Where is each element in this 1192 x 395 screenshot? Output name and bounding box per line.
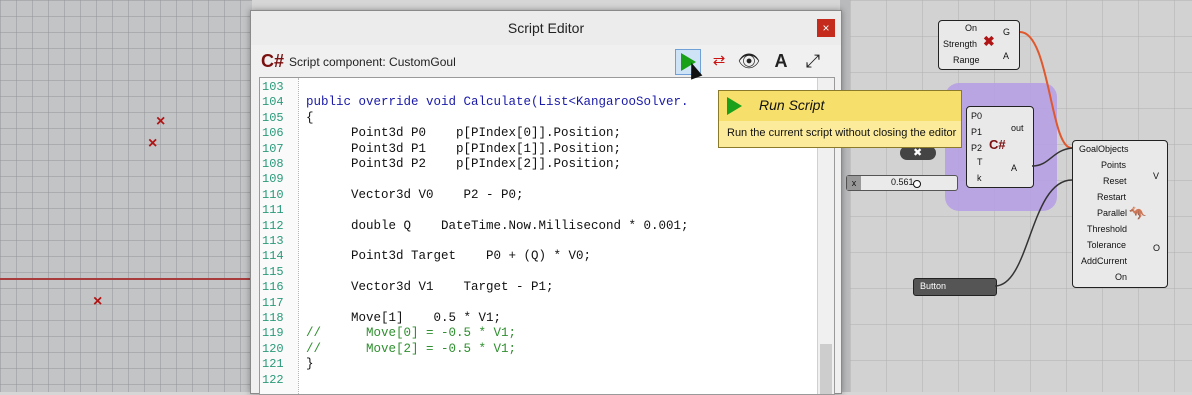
code-line: Vector3d V1 Target - P1; <box>306 280 554 295</box>
run-and-close-button[interactable]: ⇄ <box>707 49 731 73</box>
code-line: Point3d P2 p[PIndex[2]].Position; <box>306 157 622 171</box>
code-line: { <box>306 110 314 125</box>
tooltip-header: Run Script <box>719 91 961 121</box>
line-number: 115 <box>262 264 284 279</box>
code-line: Point3d Target P0 + (Q) * V0; <box>306 249 592 264</box>
line-number: 118 <box>262 311 284 325</box>
code-line: Point3d P0 p[PIndex[0]].Position; <box>306 126 622 141</box>
line-number: 120 <box>262 341 284 356</box>
wire-goal-red <box>1019 31 1073 150</box>
editor-title: Script Editor <box>507 20 585 36</box>
wire-script-out <box>1031 147 1073 167</box>
x-axis-line <box>0 278 252 280</box>
rhino-viewport[interactable]: × × × <box>0 0 252 392</box>
font-icon: A <box>774 51 788 71</box>
play-icon <box>727 97 742 115</box>
line-number: 117 <box>262 295 284 310</box>
preview-button[interactable]: 👁 <box>737 49 761 73</box>
line-number: 111 <box>262 203 284 218</box>
editor-toolbar: C# Script component: CustomGoul ⇄ 👁 A ⤢ <box>251 47 841 77</box>
csharp-logo: C# <box>261 51 285 71</box>
wires <box>994 31 1073 287</box>
line-number-gutter: 103 104 105 106 107 108 109 110 111 112 113 114 115 1… <box>260 78 299 394</box>
fit-icon: ⤢ <box>805 51 821 71</box>
eye-icon: 👁 <box>737 51 761 71</box>
line-number: 122 <box>262 372 284 387</box>
line-number: 116 <box>262 280 284 295</box>
line-number: 112 <box>262 218 284 233</box>
line-number: 109 <box>262 172 284 187</box>
tooltip-description: Run the current script without closing t… <box>727 127 957 139</box>
script-editor-window[interactable]: Script Editor × C# Script component: Cus… <box>250 10 842 395</box>
code-line: // Move[2] = -0.5 * V1; <box>306 341 517 356</box>
line-number: 113 <box>262 234 284 248</box>
code-line: double Q DateTime.Now.Millisecond * 0.00… <box>306 218 689 233</box>
component-name-label: Script component: CustomGoul <box>289 55 456 69</box>
point-marker: × <box>156 113 166 130</box>
point-marker: × <box>93 293 103 310</box>
wire-button-reset <box>994 179 1073 287</box>
tooltip-title: Run Script <box>759 97 825 113</box>
code-line: Point3d P1 p[PIndex[1]].Position; <box>306 141 622 156</box>
line-number: 104 <box>262 95 284 110</box>
fit-window-button[interactable]: ⤢ <box>801 49 825 73</box>
code-line: // Move[0] = -0.5 * V1; <box>306 326 517 341</box>
run-close-icon: ⇄ <box>712 52 726 69</box>
scrollbar-thumb[interactable] <box>820 344 832 394</box>
line-number: 119 <box>262 326 284 341</box>
close-button[interactable]: × <box>817 19 835 37</box>
line-number: 107 <box>262 141 284 156</box>
code-line: } <box>306 357 314 372</box>
line-number: 110 <box>262 187 284 202</box>
editor-titlebar[interactable]: Script Editor × <box>251 11 841 45</box>
line-number: 121 <box>262 357 284 372</box>
line-number: 106 <box>262 126 284 141</box>
line-number: 114 <box>262 249 284 264</box>
line-number: 103 <box>262 80 284 94</box>
code-line: Move[1] 0.5 * V1; <box>306 311 502 325</box>
point-marker: × <box>148 135 158 152</box>
font-button[interactable]: A <box>769 49 793 73</box>
run-script-tooltip: Run Script Run the current script withou… <box>718 90 962 148</box>
code-line: public override void Calculate(List<Kang… <box>306 95 689 110</box>
code-line: Vector3d V0 P2 - P0; <box>306 187 524 202</box>
line-number: 105 <box>262 110 284 125</box>
line-number: 108 <box>262 157 284 171</box>
